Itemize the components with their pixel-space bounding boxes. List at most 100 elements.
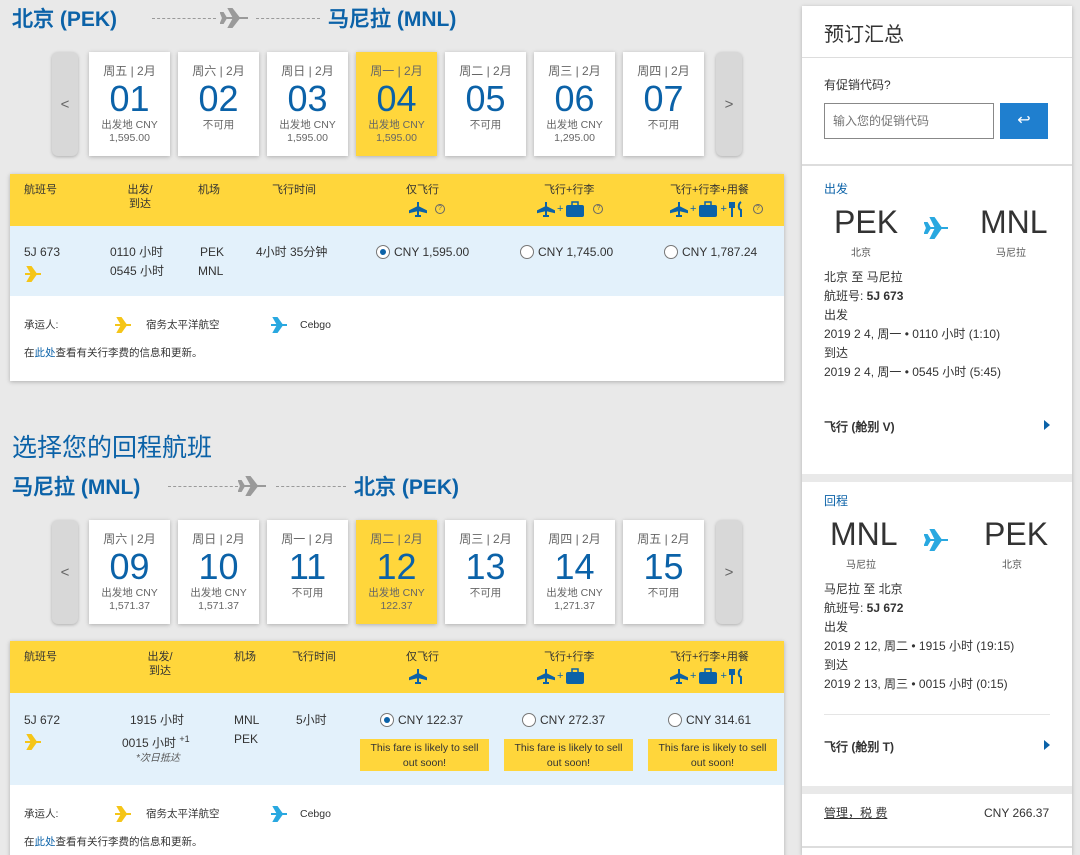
- next-dates-button[interactable]: >: [716, 520, 742, 624]
- fare-radio[interactable]: [664, 245, 678, 259]
- divider: [802, 786, 1072, 794]
- fly-only-icons: [409, 667, 427, 685]
- sell-out-badge: This fare is likely to sell out soon!: [360, 739, 489, 771]
- date-weekday: 周四 | 2月: [637, 64, 690, 78]
- plane-icon: [670, 669, 688, 684]
- carrier-name-2: Cebgo: [300, 319, 331, 331]
- plane-icon: [537, 202, 555, 217]
- promo-code-input[interactable]: [824, 103, 994, 139]
- promo-submit-button[interactable]: ↩: [1000, 103, 1048, 139]
- flight-row[interactable]: 5J 672 1915 小时 0015 小时 +1 *次日抵达 MNL PEK …: [10, 693, 784, 785]
- date-card[interactable]: 周五 | 2月 01 出发地 CNY 1,595.00: [89, 52, 170, 156]
- summary-ret-fare-class: 飞行 (舱别 T): [824, 740, 894, 754]
- help-icon[interactable]: ?: [593, 204, 604, 214]
- date-fare-price: 1,595.00: [376, 132, 417, 144]
- date-card[interactable]: 周五 | 2月 15 不可用: [623, 520, 704, 624]
- next-dates-button[interactable]: >: [716, 52, 742, 156]
- date-weekday: 周六 | 2月: [103, 532, 156, 546]
- fare-fly-only[interactable]: CNY 1,595.00: [376, 243, 469, 262]
- date-card-selected[interactable]: 周二 | 2月 12 出发地 CNY 122.37: [356, 520, 437, 624]
- plus-icon: +: [720, 203, 727, 215]
- flight-number: 5J 673: [24, 245, 61, 259]
- date-weekday: 周二 | 2月: [459, 64, 512, 78]
- date-card[interactable]: 周二 | 2月 05 不可用: [445, 52, 526, 156]
- help-icon[interactable]: ?: [752, 204, 763, 214]
- baggage-info-link[interactable]: 此处: [35, 347, 56, 359]
- depart-time: 0110 小时: [110, 245, 164, 259]
- summary-ret-arr: 2019 2 13, 周三 • 0015 小时 (0:15): [824, 677, 1008, 691]
- header-flight-no: 航班号: [24, 651, 57, 663]
- arrive-time: 0545 小时: [110, 264, 165, 278]
- flight-duration: 5小时: [296, 713, 327, 727]
- baggage-info: 在此处查看有关行李费的信息和更新。: [24, 347, 203, 359]
- date-weekday: 周一 | 2月: [370, 64, 423, 78]
- date-card[interactable]: 周四 | 2月 07 不可用: [623, 52, 704, 156]
- fare-fly-bag[interactable]: CNY 1,745.00: [520, 243, 613, 262]
- date-card[interactable]: 周一 | 2月 11 不可用: [267, 520, 348, 624]
- date-fare-price: [623, 132, 704, 145]
- summary-out-from-code: PEK: [834, 204, 899, 240]
- date-number: 03: [287, 78, 328, 119]
- flight-number: 5J 672: [24, 713, 61, 727]
- plus-icon: +: [557, 670, 564, 682]
- airport-to: MNL: [198, 264, 224, 278]
- date-card[interactable]: 周三 | 2月 13 不可用: [445, 520, 526, 624]
- summary-ret-from-code: MNL: [830, 516, 898, 552]
- date-number: 13: [465, 546, 506, 587]
- airport-to: PEK: [234, 732, 259, 746]
- return-section-title: 选择您的回程航班: [12, 434, 213, 462]
- fare-radio-selected[interactable]: [380, 713, 394, 727]
- date-fare-label: 出发地 CNY: [546, 587, 603, 599]
- prev-dates-button[interactable]: <: [52, 520, 78, 624]
- cebgo-plane-icon: [271, 317, 287, 333]
- date-fare-price: [178, 132, 259, 145]
- date-card[interactable]: 周六 | 2月 02 不可用: [178, 52, 259, 156]
- summary-out-to-code: MNL: [980, 204, 1048, 240]
- date-card[interactable]: 周日 | 2月 03 出发地 CNY 1,595.00: [267, 52, 348, 156]
- help-icon[interactable]: ?: [435, 204, 445, 214]
- baggage-info-link[interactable]: 此处: [35, 836, 56, 848]
- date-card[interactable]: 周四 | 2月 14 出发地 CNY 1,271.37: [534, 520, 615, 624]
- fare-fly-bag[interactable]: CNY 272.37: [522, 711, 605, 730]
- date-card-selected[interactable]: 周一 | 2月 04 出发地 CNY 1,595.00: [356, 52, 437, 156]
- fare-radio[interactable]: [668, 713, 682, 727]
- cebu-plane-icon: [115, 317, 131, 333]
- date-fare-label: 出发地 CNY: [546, 119, 603, 131]
- plane-icon: [670, 202, 688, 217]
- booking-summary-panel: 预订汇总 有促销代码? ↩ 出发 PEK 北京 MNL 马尼拉 北京 至 马尼拉…: [802, 6, 1072, 855]
- route-dash-line: [276, 486, 346, 487]
- date-weekday: 周日 | 2月: [281, 64, 334, 78]
- date-fare-price: 1,571.37: [109, 600, 150, 612]
- date-fare-label: 出发地 CNY: [279, 119, 336, 131]
- header-duration: 飞行时间: [292, 651, 336, 663]
- prev-dates-button[interactable]: <: [52, 52, 78, 156]
- date-card[interactable]: 周三 | 2月 06 出发地 CNY 1,295.00: [534, 52, 615, 156]
- date-card[interactable]: 周六 | 2月 09 出发地 CNY 1,571.37: [89, 520, 170, 624]
- depart-time: 1915 小时: [130, 713, 185, 727]
- airport-from: MNL: [234, 713, 260, 727]
- inbound-flight-table: 航班号 出发/到达 机场 飞行时间 仅飞行 飞行+行李 + 飞行+行李+用餐 +…: [10, 641, 784, 855]
- fare-fly-bag-meal[interactable]: CNY 314.61: [668, 711, 751, 730]
- fees-link[interactable]: 管理，税 费: [824, 804, 887, 823]
- plus-icon: +: [720, 670, 727, 682]
- date-number: 10: [198, 546, 239, 587]
- date-weekday: 周二 | 2月: [370, 532, 423, 546]
- date-card[interactable]: 周日 | 2月 10 出发地 CNY 1,571.37: [178, 520, 259, 624]
- header-fly-only: 仅飞行: [406, 184, 439, 196]
- fly-bag-meal-icons: + + ?: [670, 200, 763, 218]
- inbound-date-carousel: < 周六 | 2月 09 出发地 CNY 1,571.37 周日 | 2月 10 出发地 C…: [52, 520, 744, 626]
- fare-radio-selected[interactable]: [376, 245, 390, 259]
- summary-out-fare-toggle[interactable]: 飞行 (舱别 V): [824, 418, 1050, 440]
- summary-out-from-city: 北京: [851, 248, 871, 259]
- summary-ret-dep-label: 出发: [824, 620, 849, 634]
- fare-radio[interactable]: [522, 713, 536, 727]
- flight-row[interactable]: 5J 673 0110 小时 0545 小时 PEK MNL 4小时 35分钟 …: [10, 226, 784, 296]
- summary-title: 预订汇总: [802, 6, 1072, 58]
- fare-fly-bag-meal[interactable]: CNY 1,787.24: [664, 243, 757, 262]
- summary-ret-flight: 航班号: 5J 672: [824, 601, 904, 615]
- fare-fly-only[interactable]: CNY 122.37: [380, 711, 463, 730]
- summary-out-fare-class: 飞行 (舱别 V): [824, 420, 895, 434]
- fare-radio[interactable]: [520, 245, 534, 259]
- header-fly-bag-meal: 飞行+行李+用餐: [670, 184, 749, 196]
- summary-ret-fare-toggle[interactable]: 飞行 (舱别 T): [824, 738, 1050, 760]
